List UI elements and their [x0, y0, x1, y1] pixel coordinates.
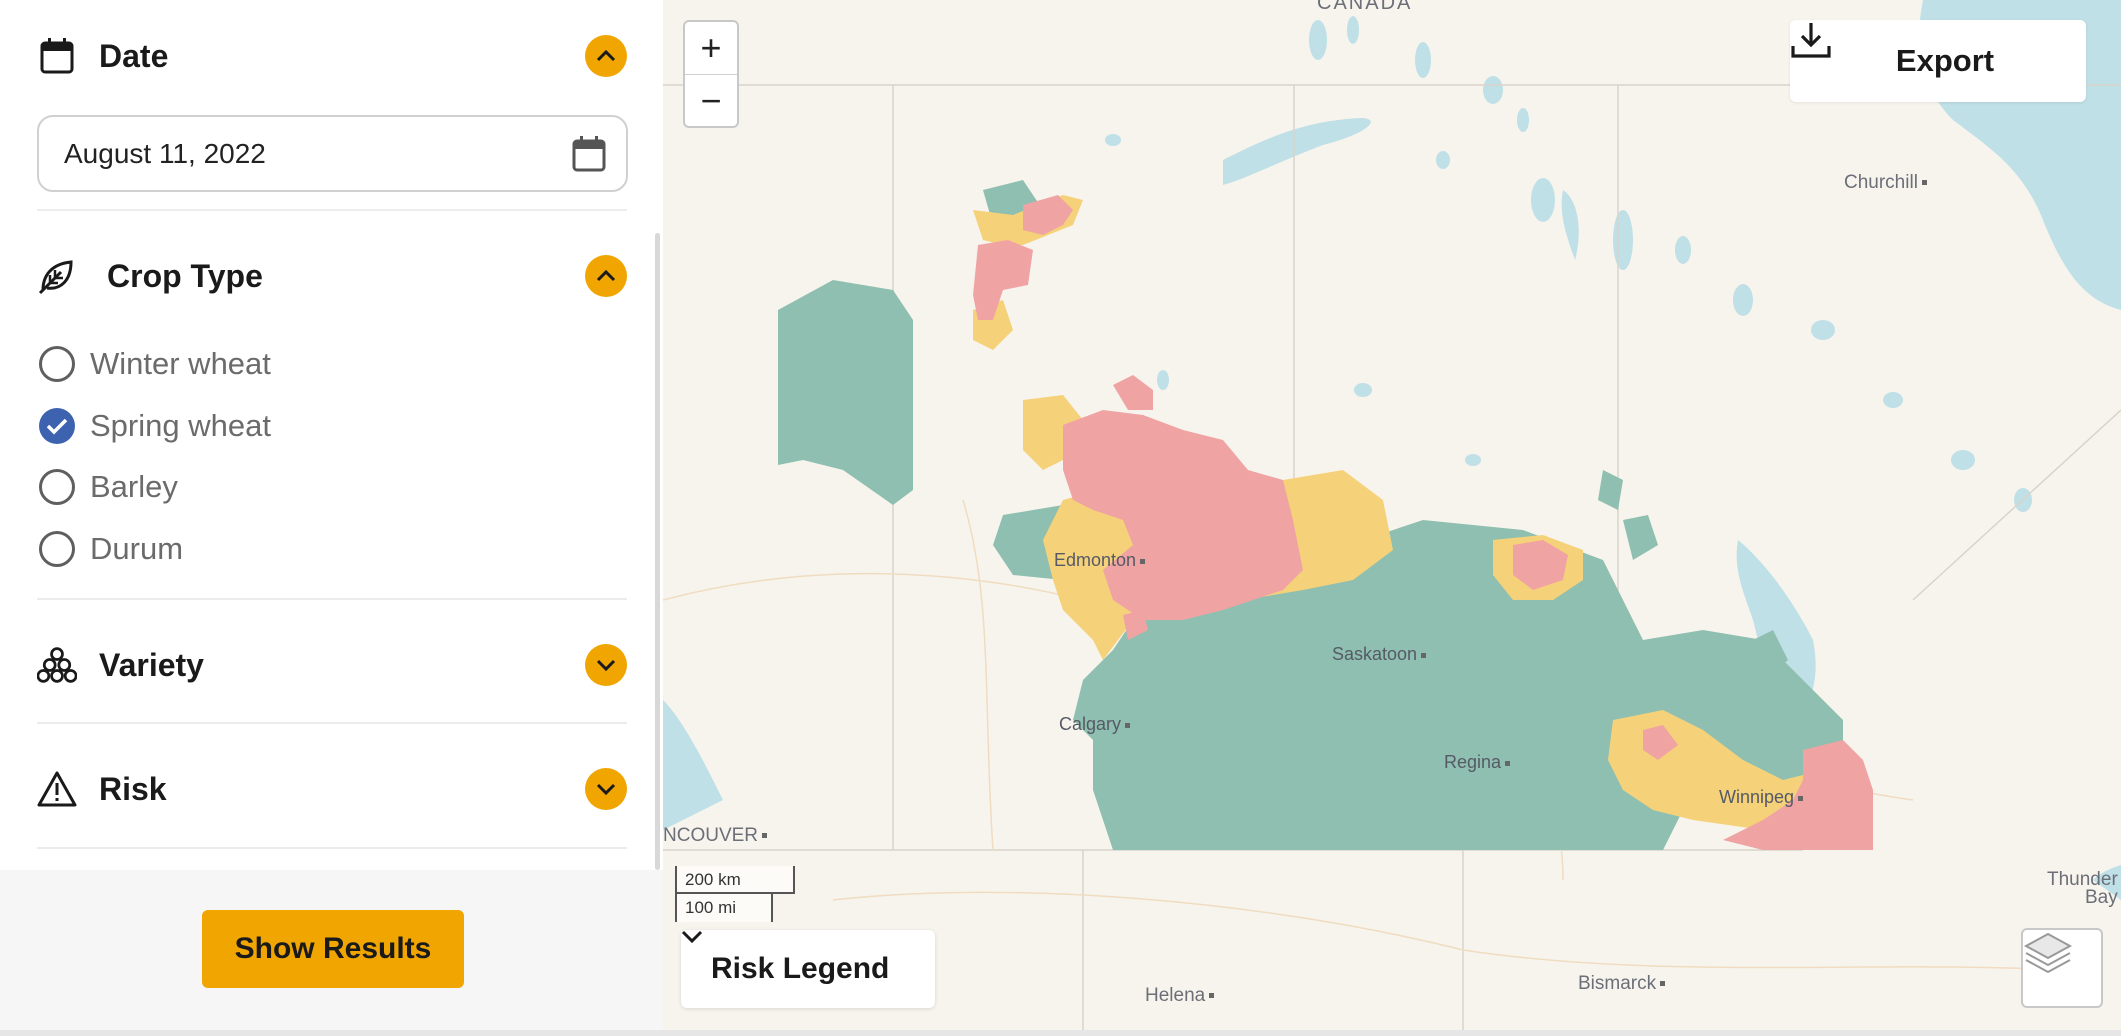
map-label-text: Helena	[1145, 985, 1206, 1006]
map-scale: 200 km 100 mi	[675, 866, 795, 922]
city-dot	[1505, 760, 1511, 766]
chevron-down-icon	[681, 930, 703, 944]
map-label-text: Regina	[1444, 752, 1502, 772]
date-section-header[interactable]: Date	[37, 26, 627, 86]
map-label-regina: Regina	[1444, 752, 1511, 773]
chevron-down-icon	[596, 659, 616, 672]
map-label-text: Saskatoon	[1332, 644, 1418, 664]
map-label-calgary: Calgary	[1059, 714, 1131, 735]
leaf-icon	[37, 256, 77, 296]
section-divider	[37, 598, 627, 600]
date-field-value: August 11, 2022	[64, 137, 266, 169]
risk-zone-low-island2	[1623, 515, 1658, 560]
molecule-icon	[37, 645, 77, 685]
map-label-text: Winnipeg	[1719, 787, 1795, 807]
pacific-coast	[663, 700, 723, 830]
crop-option-label: Winter wheat	[90, 346, 271, 381]
section-divider	[37, 209, 627, 211]
map-label-bay: Bay	[2085, 887, 2118, 908]
filter-panel: Date August 11, 2022 Crop Type Winter wh…	[0, 0, 663, 870]
radio-button[interactable]	[39, 531, 75, 567]
risk-section-header[interactable]: Risk	[37, 759, 627, 819]
filter-sidebar: Date August 11, 2022 Crop Type Winter wh…	[0, 0, 663, 1036]
calendar-picker-icon[interactable]	[568, 133, 610, 175]
risk-expand-button[interactable]	[585, 768, 627, 810]
crop-option-label: Barley	[90, 469, 178, 504]
map-label-text: Calgary	[1059, 714, 1122, 734]
date-section-title: Date	[99, 37, 169, 74]
risk-zone-low-island	[1598, 470, 1623, 510]
map-label-saskatoon: Saskatoon	[1332, 644, 1427, 665]
city-dot	[1660, 981, 1666, 987]
layers-icon	[2023, 932, 2073, 974]
city-dot	[1798, 795, 1804, 801]
scale-mi: 100 mi	[675, 894, 773, 922]
crop-type-collapse-button[interactable]	[585, 255, 627, 297]
risk-legend-toggle[interactable]: Risk Legend	[681, 930, 935, 1008]
warning-icon	[37, 769, 77, 809]
city-dot	[762, 833, 768, 839]
risk-zone-low-peace	[778, 280, 913, 505]
map-label-text: Edmonton	[1054, 550, 1137, 570]
zoom-in-button[interactable]: +	[685, 22, 737, 74]
reindeer-lake	[1561, 190, 1579, 260]
date-collapse-button[interactable]	[585, 35, 627, 77]
chevron-up-icon	[596, 49, 616, 62]
risk-map[interactable]: CANADA Churchill Edmonton Saskatoon Calg…	[663, 0, 2121, 1030]
zoom-controls: + −	[683, 20, 739, 128]
section-divider	[37, 722, 627, 724]
radio-button[interactable]	[39, 469, 75, 505]
map-label-bismarck: Bismarck	[1578, 973, 1666, 995]
map-label-vancouver: NCOUVER	[663, 825, 768, 847]
window-bottom-edge	[0, 1030, 2121, 1036]
section-divider	[37, 847, 627, 849]
crop-option-label: Durum	[90, 531, 184, 566]
risk-legend-label: Risk Legend	[711, 952, 890, 985]
crop-type-section-title: Crop Type	[107, 257, 263, 294]
layers-button[interactable]	[2021, 928, 2103, 1008]
export-button[interactable]: Export	[1790, 20, 2086, 102]
chevron-down-icon	[596, 783, 616, 796]
variety-section-header[interactable]: Variety	[37, 635, 627, 695]
chevron-up-icon	[596, 269, 616, 282]
map-canvas	[663, 0, 2121, 1030]
scale-km: 200 km	[675, 866, 795, 894]
risk-section-title: Risk	[99, 770, 167, 807]
radio-button[interactable]	[39, 346, 75, 382]
export-label: Export	[1895, 43, 1995, 78]
map-label-churchill: Churchill	[1844, 172, 1927, 194]
map-label-canada: CANADA	[1317, 0, 1413, 14]
sidebar-footer: Show Results	[0, 870, 663, 1036]
crop-option-barley[interactable]: Barley	[39, 464, 178, 510]
city-dot	[1421, 652, 1427, 658]
city-dot	[1125, 722, 1131, 728]
map-label-helena: Helena	[1145, 985, 1215, 1007]
check-icon	[46, 418, 68, 435]
risk-zone-high-lesser	[1113, 375, 1153, 410]
calendar-icon	[37, 36, 77, 76]
map-label-text: Churchill	[1844, 172, 1918, 193]
variety-expand-button[interactable]	[585, 644, 627, 686]
crop-option-winter-wheat[interactable]: Winter wheat	[39, 341, 271, 387]
crop-option-label: Spring wheat	[90, 408, 271, 443]
map-label-text: NCOUVER	[663, 825, 759, 846]
radio-button-checked[interactable]	[39, 408, 75, 444]
lake-athabasca	[1223, 118, 1371, 185]
city-dot	[1921, 180, 1927, 186]
city-dot	[1209, 993, 1215, 999]
show-results-button[interactable]: Show Results	[202, 910, 464, 988]
sidebar-scrollbar[interactable]	[655, 233, 660, 870]
map-label-edmonton: Edmonton	[1054, 550, 1146, 571]
crop-type-section-header[interactable]: Crop Type	[37, 246, 627, 306]
city-dot	[1140, 558, 1146, 564]
map-label-winnipeg: Winnipeg	[1719, 787, 1804, 808]
zoom-out-button[interactable]: −	[685, 74, 737, 126]
variety-section-title: Variety	[99, 646, 204, 683]
download-icon	[1791, 23, 1831, 58]
map-label-text: Bismarck	[1578, 973, 1657, 994]
crop-option-spring-wheat[interactable]: Spring wheat	[39, 403, 271, 449]
crop-option-durum[interactable]: Durum	[39, 526, 183, 572]
date-field[interactable]: August 11, 2022	[37, 115, 628, 192]
